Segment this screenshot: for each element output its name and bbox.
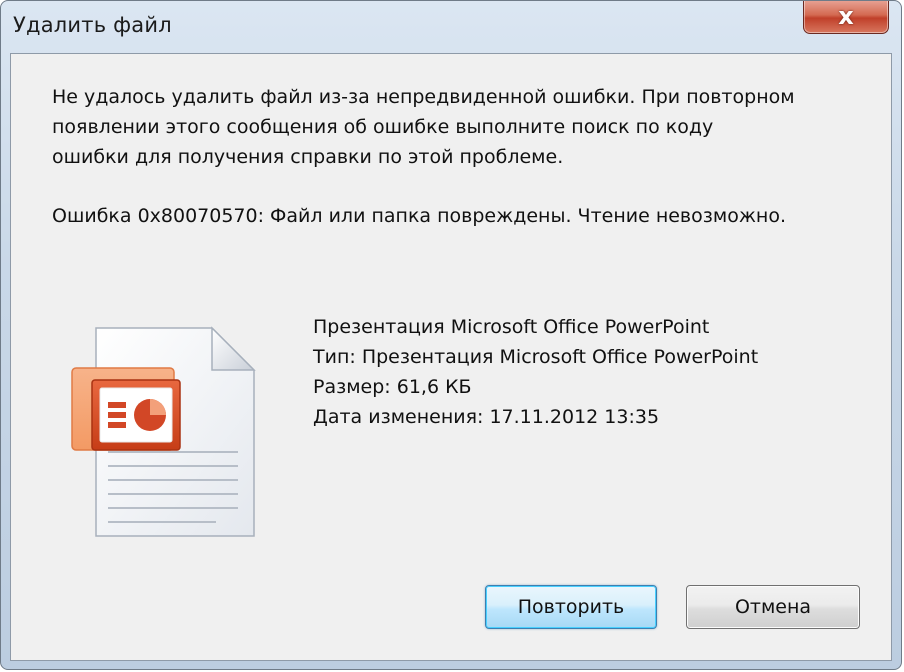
message-line: Не удалось удалить файл из-за непредвиде…: [52, 86, 795, 108]
close-button[interactable]: x: [803, 1, 889, 34]
message-line: появлении этого сообщения об ошибке выпо…: [52, 116, 714, 138]
cancel-button[interactable]: Отмена: [686, 585, 860, 629]
message-line: ошибки для получения справки по этой про…: [52, 146, 564, 168]
file-type: Тип: Презентация Microsoft Office PowerP…: [313, 346, 759, 368]
retry-button[interactable]: Повторить: [485, 585, 657, 629]
error-message: Не удалось удалить файл из-за непредвиде…: [52, 82, 882, 172]
error-code: Ошибка 0x80070570: Файл или папка повреж…: [52, 205, 787, 227]
dialog-content: Не удалось удалить файл из-за непредвиде…: [10, 53, 892, 661]
powerpoint-file-icon: [66, 322, 266, 542]
file-size: Размер: 61,6 КБ: [313, 376, 472, 398]
dialog-window: Удалить файл x Не удалось удалить файл и…: [0, 0, 902, 670]
window-title: Удалить файл: [13, 13, 172, 37]
file-modified: Дата изменения: 17.11.2012 13:35: [313, 406, 660, 428]
close-icon: x: [838, 1, 854, 30]
file-details: Презентация Microsoft Office PowerPoint …: [313, 312, 758, 432]
title-bar[interactable]: Удалить файл x: [1, 1, 901, 53]
file-name: Презентация Microsoft Office PowerPoint: [313, 316, 710, 338]
